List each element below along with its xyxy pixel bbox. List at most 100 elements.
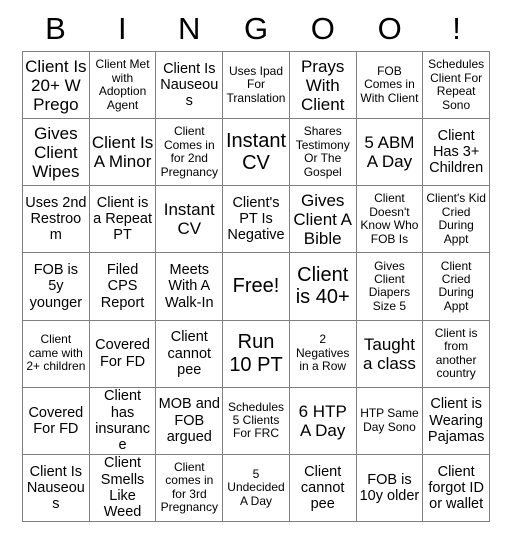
bingo-cell-r2-c5[interactable]: Shares Testimony Or The Gospel	[289, 119, 357, 187]
bingo-cell-r2-c2[interactable]: Client Is A Minor	[89, 119, 157, 187]
bingo-cell-r4-c7[interactable]: Client Cried During Appt	[423, 253, 490, 321]
bingo-cell-label: Gives Client A Bible	[293, 190, 352, 248]
bingo-cell-label: Client Doesn't Know Who FOB Is	[360, 191, 419, 246]
bingo-cell-label: Taught a class	[362, 334, 416, 373]
bingo-cell-r5-c2[interactable]: Covered For FD	[89, 320, 157, 388]
bingo-cell-r1-c2[interactable]: Client Met with Adoption Agent	[89, 52, 157, 120]
bingo-cell-label: 6 HTP A Day	[298, 401, 347, 440]
bingo-cell-label: Client Smells Like Weed	[100, 455, 145, 521]
bingo-cell-label: Client's Kid Cried During Appt	[426, 191, 486, 246]
bingo-cell-r7-c3[interactable]: Client comes in for 3rd Pregnancy	[156, 454, 224, 522]
bingo-grid: Client Is 20+ W Prego Client Met with Ado…	[22, 51, 490, 522]
bingo-cell-label: Client cannot pee	[167, 329, 212, 378]
bingo-cell-r5-c3[interactable]: Client cannot pee	[156, 320, 224, 388]
bingo-cell-r1-c3[interactable]: Client Is Nauseous	[156, 52, 224, 120]
bingo-cell-label: Gives Client Wipes	[32, 123, 80, 181]
bingo-cell-r6-c3[interactable]: MOB and FOB argued	[156, 387, 224, 455]
bingo-cell-label: Client forgot ID or wallet	[428, 463, 484, 513]
bingo-free-space[interactable]: Free!	[223, 253, 290, 321]
bingo-cell-label: HTP Same Day Sono	[360, 406, 419, 434]
bingo-cell-label: Schedules 5 Clients For FRC	[227, 399, 285, 441]
bingo-cell-r7-c7[interactable]: Client forgot ID or wallet	[423, 454, 490, 522]
bingo-cell-r5-c6[interactable]: Taught a class	[356, 320, 424, 388]
bingo-cell-r6-c2[interactable]: Client has insurance	[89, 387, 157, 455]
bingo-cell-r5-c4[interactable]: Run 10 PT	[223, 320, 290, 388]
bingo-cell-label: Client Is A Minor	[91, 133, 154, 172]
bingo-cell-r7-c4[interactable]: 5 Undecided A Day	[223, 454, 290, 522]
bingo-cell-r7-c5[interactable]: Client cannot pee	[289, 454, 357, 522]
bingo-cell-label: Client's PT Is Negative	[227, 195, 285, 244]
bingo-cell-r4-c3[interactable]: Meets With A Walk-In	[156, 253, 224, 321]
bingo-cell-label: Instant CV	[225, 129, 287, 175]
bingo-cell-label: Client Cried During Appt	[438, 258, 474, 313]
bingo-cell-label: Uses Ipad For Translation	[226, 63, 286, 105]
bingo-cell-r4-c1[interactable]: FOB is 5y younger	[23, 253, 90, 321]
bingo-header-letter-5: O	[310, 11, 335, 46]
bingo-cell-label: Client came with 2+ children	[26, 332, 86, 374]
bingo-cell-r6-c1[interactable]: Covered For FD	[23, 387, 90, 455]
bingo-cell-label: 2 Negatives in a Row	[296, 332, 350, 374]
bingo-cell-label: Client Met with Adoption Agent	[95, 57, 150, 112]
bingo-cell-r3-c4[interactable]: Client's PT Is Negative	[223, 186, 290, 254]
bingo-cell-r2-c1[interactable]: Gives Client Wipes	[23, 119, 90, 187]
bingo-cell-r5-c7[interactable]: Client is from another country	[423, 320, 490, 388]
bingo-cell-r6-c6[interactable]: HTP Same Day Sono	[356, 387, 424, 455]
bingo-cell-r5-c1[interactable]: Client came with 2+ children	[23, 320, 90, 388]
bingo-cell-r5-c5[interactable]: 2 Negatives in a Row	[289, 320, 357, 388]
bingo-cell-r1-c7[interactable]: Schedules Client For Repeat Sono	[423, 52, 490, 120]
bingo-cell-label: Filed CPS Report	[100, 262, 145, 311]
bingo-cell-r6-c4[interactable]: Schedules 5 Clients For FRC	[223, 387, 290, 455]
bingo-cell-label: Client Is Nauseous	[160, 60, 219, 110]
bingo-cell-r1-c4[interactable]: Uses Ipad For Translation	[223, 52, 290, 120]
bingo-cell-r1-c1[interactable]: Client Is 20+ W Prego	[23, 52, 90, 120]
bingo-cell-label: 5 Undecided A Day	[227, 466, 285, 508]
bingo-cell-label: Free!	[232, 275, 280, 298]
bingo-cell-r3-c2[interactable]: Client is a Repeat PT	[89, 186, 157, 254]
bingo-cell-label: Client Comes in for 2nd Pregnancy	[160, 124, 218, 179]
bingo-cell-label: Instant CV	[163, 200, 215, 239]
bingo-cell-label: Run 10 PT	[229, 331, 283, 376]
bingo-cell-label: Covered For FD	[95, 337, 150, 370]
bingo-cell-r7-c2[interactable]: Client Smells Like Weed	[89, 454, 157, 522]
bingo-cell-label: Covered For FD	[28, 404, 84, 437]
bingo-cell-label: Client Is Nauseous	[26, 463, 85, 513]
bingo-cell-label: Client cannot pee	[300, 463, 345, 513]
bingo-cell-r1-c6[interactable]: FOB Comes in With Client	[356, 52, 424, 120]
bingo-cell-label: Client Has 3+ Children	[429, 127, 484, 177]
bingo-cell-label: Client is a Repeat PT	[93, 195, 152, 244]
bingo-cell-label: Meets With A Walk-In	[164, 262, 214, 311]
bingo-cell-r2-c3[interactable]: Client Comes in for 2nd Pregnancy	[156, 119, 224, 187]
bingo-header-letter-7: !	[452, 11, 461, 46]
bingo-cell-label: 5 ABM A Day	[364, 133, 415, 172]
bingo-cell-label: Gives Client Diapers Size 5	[368, 258, 411, 313]
bingo-header-letters: B I N G O O!	[22, 8, 490, 51]
bingo-cell-r7-c6[interactable]: FOB is 10y older	[356, 454, 424, 522]
bingo-cell-r3-c7[interactable]: Client's Kid Cried During Appt	[423, 186, 490, 254]
bingo-cell-r2-c7[interactable]: Client Has 3+ Children	[423, 119, 490, 187]
bingo-cell-r2-c6[interactable]: 5 ABM A Day	[356, 119, 424, 187]
bingo-cell-label: Shares Testimony Or The Gospel	[295, 124, 350, 179]
bingo-cell-r2-c4[interactable]: Instant CV	[223, 119, 290, 187]
bingo-header-letter-2: I	[117, 11, 127, 46]
bingo-cell-r7-c1[interactable]: Client Is Nauseous	[23, 454, 90, 522]
bingo-cell-r3-c6[interactable]: Client Doesn't Know Who FOB Is	[356, 186, 424, 254]
bingo-cell-label: Schedules Client For Repeat Sono	[428, 57, 485, 112]
bingo-cell-r4-c5[interactable]: Client is 40+	[289, 253, 357, 321]
bingo-cell-r3-c5[interactable]: Gives Client A Bible	[289, 186, 357, 254]
bingo-header-letter-3: N	[177, 11, 201, 46]
bingo-header-letter-6: O	[377, 11, 402, 46]
bingo-cell-r4-c2[interactable]: Filed CPS Report	[89, 253, 157, 321]
bingo-cell-label: FOB is 5y younger	[29, 262, 83, 311]
bingo-cell-r3-c1[interactable]: Uses 2nd Restroom	[23, 186, 90, 254]
bingo-cell-r3-c3[interactable]: Instant CV	[156, 186, 224, 254]
bingo-cell-label: Client has insurance	[95, 388, 150, 454]
bingo-cell-r1-c5[interactable]: Prays With Client	[289, 52, 357, 120]
bingo-header-letter-4: G	[243, 11, 269, 46]
bingo-cell-r4-c6[interactable]: Gives Client Diapers Size 5	[356, 253, 424, 321]
bingo-cell-label: FOB Comes in With Client	[360, 63, 419, 105]
bingo-cell-r6-c7[interactable]: Client is Wearing Pajamas	[423, 387, 490, 455]
bingo-cell-r6-c5[interactable]: 6 HTP A Day	[289, 387, 357, 455]
bingo-cell-label: FOB is 10y older	[359, 471, 420, 504]
bingo-card: B I N G O O! Client Is 20+ W Prego Client Met …	[0, 0, 511, 544]
bingo-cell-label: Client is 40+	[295, 264, 350, 309]
